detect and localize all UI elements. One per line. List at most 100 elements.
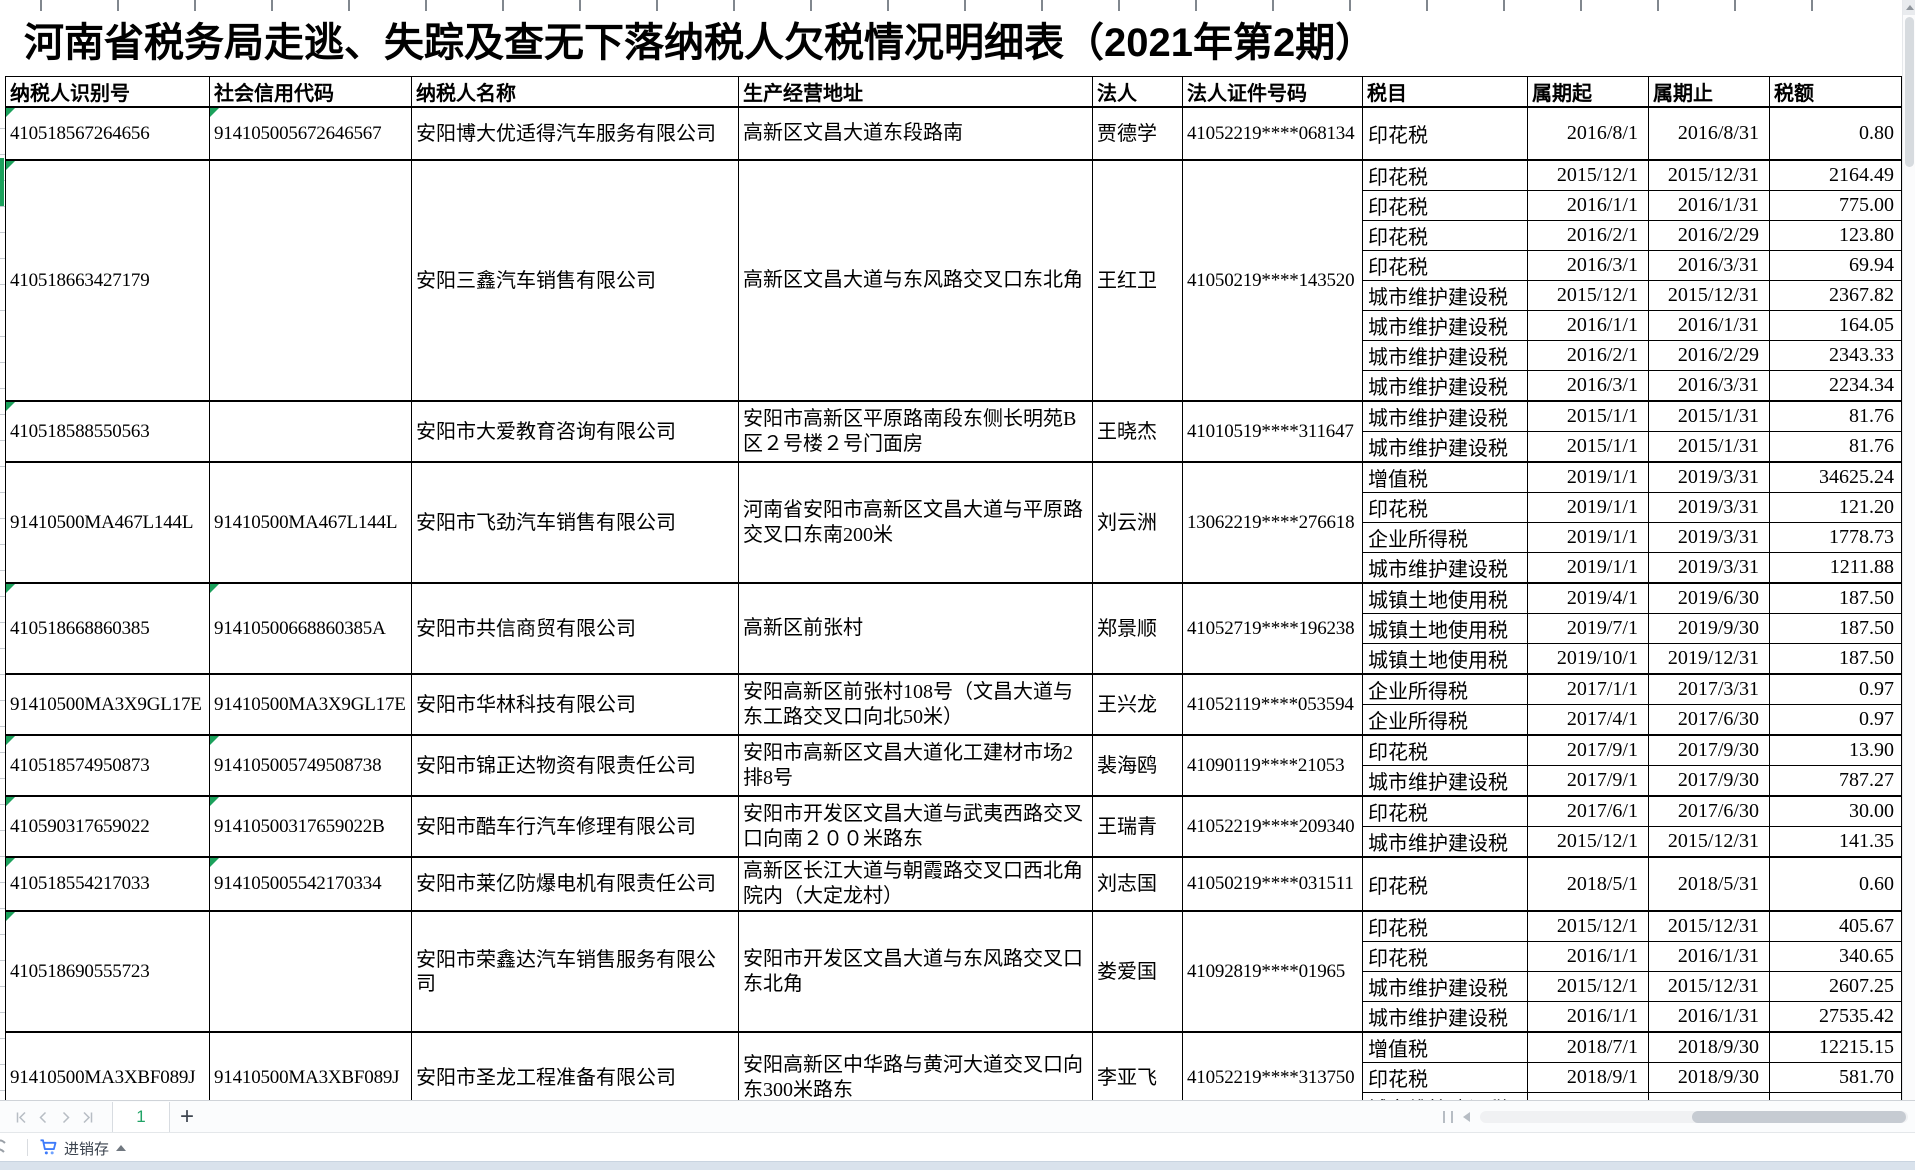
period-start-cell[interactable]: 2018/9/1 <box>1528 1063 1649 1093</box>
next-sheet-icon[interactable] <box>54 1106 76 1128</box>
period-end-cell[interactable]: 2019/9/30 <box>1649 614 1770 644</box>
tax-amount-cell[interactable]: 787.27 <box>1770 766 1902 797</box>
period-start-cell[interactable]: 2015/12/1 <box>1528 281 1649 311</box>
taxpayer-name-cell[interactable]: 安阳市大爱教育咨询有限公司 <box>412 401 739 462</box>
period-start-cell[interactable]: 2019/1/1 <box>1528 523 1649 553</box>
taxpayer-name-cell[interactable]: 安阳市共信商贸有限公司 <box>412 583 739 674</box>
legal-id-cell[interactable]: 41052219****209340 <box>1183 796 1363 857</box>
page-title[interactable]: 河南省税务局走逃、失踪及查无下落纳税人欠税情况明细表（2021年第2期） <box>24 14 1375 72</box>
legal-id-cell[interactable]: 41052119****053594 <box>1183 674 1363 735</box>
period-start-cell[interactable]: 2016/8/1 <box>1528 107 1649 160</box>
period-end-cell[interactable]: 2018/9/30 <box>1649 1063 1770 1093</box>
sheet-tab-1[interactable]: 1 <box>112 1102 170 1133</box>
tax-item-cell[interactable]: 城市维护建设税 <box>1363 341 1528 371</box>
period-end-cell[interactable]: 2016/2/29 <box>1649 221 1770 251</box>
taxpayer-name-cell[interactable]: 安阳三鑫汽车销售有限公司 <box>412 160 739 401</box>
tax-item-cell[interactable]: 印花税 <box>1363 1063 1528 1093</box>
col-header-tax-item[interactable]: 税目 <box>1363 77 1528 108</box>
address-cell[interactable]: 河南省安阳市高新区文昌大道与平原路交叉口东南200米 <box>739 462 1093 583</box>
tax-amount-cell[interactable]: 1211.88 <box>1770 553 1902 584</box>
credit-code-cell[interactable]: 91410500MA467L144L <box>210 462 412 583</box>
period-end-cell[interactable]: 2015/1/31 <box>1649 432 1770 463</box>
period-end-cell[interactable]: 2017/9/30 <box>1649 735 1770 766</box>
tax-amount-cell[interactable]: 581.70 <box>1770 1063 1902 1093</box>
taxpayer-id-cell[interactable]: 410518588550563 <box>6 401 210 462</box>
tax-item-cell[interactable]: 城市维护建设税 <box>1363 281 1528 311</box>
period-end-cell[interactable]: 2015/12/31 <box>1649 281 1770 311</box>
legal-person-cell[interactable]: 贾德学 <box>1093 107 1183 160</box>
period-start-cell[interactable]: 2016/3/1 <box>1528 251 1649 281</box>
legal-id-cell[interactable]: 41052219****313750 <box>1183 1032 1363 1100</box>
tax-amount-cell[interactable]: 405.67 <box>1770 911 1902 942</box>
address-cell[interactable]: 高新区前张村 <box>739 583 1093 674</box>
tax-item-cell[interactable]: 城市维护建设税 <box>1363 827 1528 858</box>
legal-person-cell[interactable]: 娄爱国 <box>1093 911 1183 1032</box>
tax-amount-cell[interactable]: 81.76 <box>1770 432 1902 463</box>
tax-amount-cell[interactable]: 2367.82 <box>1770 281 1902 311</box>
tax-amount-cell[interactable]: 2607.25 <box>1770 972 1902 1002</box>
legal-person-cell[interactable]: 刘云洲 <box>1093 462 1183 583</box>
legal-id-cell[interactable]: 13062219****276618 <box>1183 462 1363 583</box>
address-cell[interactable]: 高新区文昌大道东段路南 <box>739 107 1093 160</box>
scroll-left-icon[interactable] <box>1463 1112 1470 1122</box>
period-start-cell[interactable]: 2018/7/1 <box>1528 1032 1649 1063</box>
period-start-cell[interactable]: 2016/2/1 <box>1528 221 1649 251</box>
taxpayer-id-cell[interactable]: 410590317659022 <box>6 796 210 857</box>
taxpayer-name-cell[interactable]: 安阳市酷车行汽车修理有限公司 <box>412 796 739 857</box>
add-sheet-icon[interactable]: + <box>180 1103 194 1131</box>
period-start-cell[interactable]: 2017/9/1 <box>1528 735 1649 766</box>
period-end-cell[interactable]: 2016/1/31 <box>1649 942 1770 972</box>
legal-person-cell[interactable]: 刘志国 <box>1093 857 1183 911</box>
taxpayer-id-cell[interactable]: 410518567264656 <box>6 107 210 160</box>
tax-item-cell[interactable]: 城市维护建设税 <box>1363 311 1528 341</box>
period-start-cell[interactable]: 2015/12/1 <box>1528 160 1649 191</box>
tax-item-cell[interactable]: 印花税 <box>1363 493 1528 523</box>
taxpayer-name-cell[interactable]: 安阳市飞劲汽车销售有限公司 <box>412 462 739 583</box>
period-end-cell[interactable]: 2016/3/31 <box>1649 251 1770 281</box>
col-header-taxpayer-id[interactable]: 纳税人识别号 <box>6 77 210 108</box>
tax-amount-cell[interactable]: 187.50 <box>1770 644 1902 675</box>
credit-code-cell[interactable]: 91410500317659022B <box>210 796 412 857</box>
period-end-cell[interactable]: 2015/12/31 <box>1649 911 1770 942</box>
tax-item-cell[interactable]: 印花税 <box>1363 160 1528 191</box>
period-start-cell[interactable]: 2018/5/1 <box>1528 857 1649 911</box>
collapse-up-icon[interactable] <box>116 1145 126 1151</box>
tax-item-cell[interactable]: 印花税 <box>1363 942 1528 972</box>
taxpayer-id-cell[interactable]: 91410500MA3X9GL17E <box>6 674 210 735</box>
taxpayer-name-cell[interactable]: 安阳市荣鑫达汽车销售服务有限公司 <box>412 911 739 1032</box>
address-cell[interactable]: 高新区文昌大道与东风路交叉口东北角 <box>739 160 1093 401</box>
tax-amount-cell[interactable]: 27535.42 <box>1770 1002 1902 1033</box>
tax-amount-cell[interactable]: 2234.34 <box>1770 371 1902 402</box>
credit-code-cell[interactable] <box>210 160 412 401</box>
tax-item-cell[interactable]: 印花税 <box>1363 735 1528 766</box>
tax-amount-cell[interactable]: 30.00 <box>1770 796 1902 827</box>
taxpayer-id-cell[interactable]: 410518663427179 <box>6 160 210 401</box>
period-start-cell[interactable]: 2019/7/1 <box>1528 614 1649 644</box>
tax-item-cell[interactable]: 城镇土地使用税 <box>1363 583 1528 614</box>
col-header-credit-code[interactable]: 社会信用代码 <box>210 77 412 108</box>
pane-split-handle[interactable] <box>1443 1111 1453 1123</box>
period-end-cell[interactable]: 2016/1/31 <box>1649 191 1770 221</box>
tax-item-cell[interactable]: 城市维护建设税 <box>1363 401 1528 432</box>
credit-code-cell[interactable]: 914105005542170334 <box>210 857 412 911</box>
tax-item-cell[interactable]: 城市维护建设税 <box>1363 1093 1528 1101</box>
horizontal-scrollbar-thumb[interactable] <box>1692 1111 1906 1123</box>
tax-item-cell[interactable]: 企业所得税 <box>1363 674 1528 705</box>
col-header-period-end[interactable]: 属期止 <box>1649 77 1770 108</box>
legal-id-cell[interactable]: 41090119****21053 <box>1183 735 1363 796</box>
taxpayer-id-cell[interactable]: 410518690555723 <box>6 911 210 1032</box>
period-start-cell[interactable]: 2016/1/1 <box>1528 311 1649 341</box>
period-end-cell[interactable]: 2016/8/31 <box>1649 107 1770 160</box>
period-end-cell[interactable]: 2019/3/31 <box>1649 493 1770 523</box>
credit-code-cell[interactable]: 91410500668860385A <box>210 583 412 674</box>
period-end-cell[interactable]: 2016/2/29 <box>1649 341 1770 371</box>
taxpayer-id-cell[interactable]: 91410500MA3XBF089J <box>6 1032 210 1100</box>
vertical-scrollbar-thumb[interactable] <box>1905 17 1914 167</box>
tax-amount-cell[interactable]: 775.00 <box>1770 191 1902 221</box>
period-start-cell[interactable]: 2017/6/1 <box>1528 796 1649 827</box>
period-end-cell[interactable]: 2018/9/30 <box>1649 1093 1770 1101</box>
period-end-cell[interactable]: 2016/3/31 <box>1649 371 1770 402</box>
period-start-cell[interactable]: 2015/1/1 <box>1528 432 1649 463</box>
tax-item-cell[interactable]: 城市维护建设税 <box>1363 371 1528 402</box>
tax-item-cell[interactable]: 印花税 <box>1363 857 1528 911</box>
